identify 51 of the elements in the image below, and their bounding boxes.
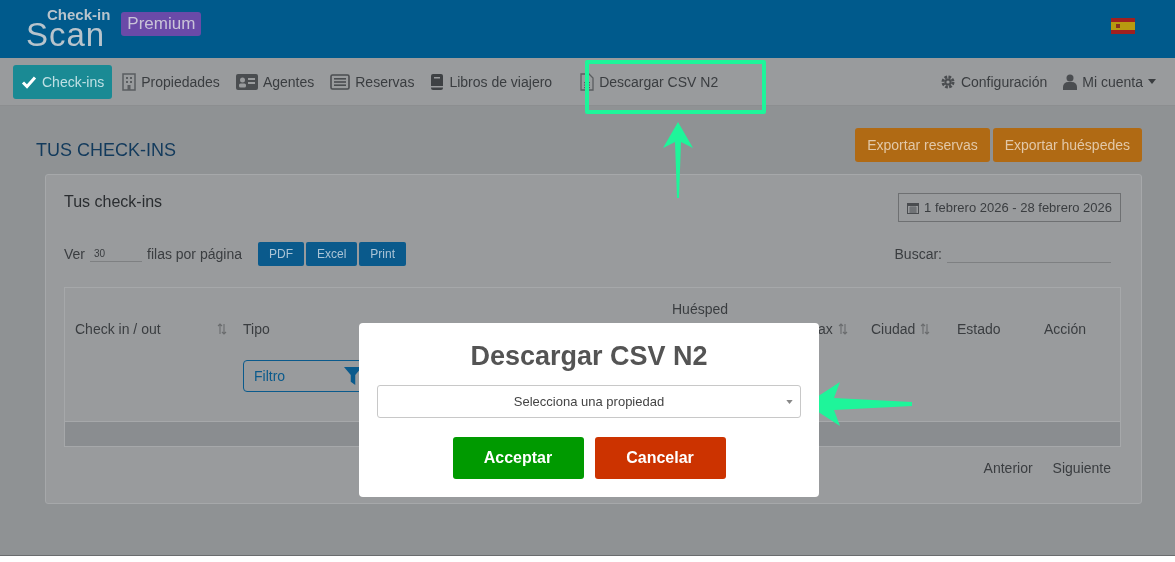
logo[interactable]: Check-in Scan bbox=[26, 7, 111, 51]
pagination-link[interactable]: Anterior bbox=[983, 460, 1033, 476]
account-menu[interactable]: Mi cuenta bbox=[1057, 65, 1162, 98]
nav-tab[interactable]: Reservas bbox=[324, 65, 421, 98]
export-format-button[interactable]: Excel bbox=[305, 242, 358, 266]
export-format-button[interactable]: Print bbox=[359, 242, 406, 266]
nav-tab[interactable]: Libros de viajero bbox=[424, 64, 559, 99]
sort-icon[interactable] bbox=[837, 323, 848, 335]
caret-icon bbox=[786, 400, 793, 404]
search-label: Buscar: bbox=[894, 246, 942, 262]
user-icon bbox=[1063, 73, 1078, 90]
premium-badge: Premium bbox=[121, 12, 202, 36]
nav-tab[interactable]: Descargar CSV N2 bbox=[574, 64, 725, 99]
nav-tab[interactable]: Propiedades bbox=[116, 64, 226, 99]
pagination-link[interactable]: Siguiente bbox=[1052, 460, 1111, 476]
sort-icon[interactable] bbox=[920, 323, 931, 335]
filter-icon bbox=[344, 367, 362, 385]
list-icon bbox=[330, 73, 351, 90]
show-label: Ver bbox=[64, 246, 85, 262]
column-header[interactable]: Tipo bbox=[243, 321, 270, 337]
book-icon bbox=[430, 72, 445, 91]
page-title: TUS CHECK-INS bbox=[36, 139, 176, 161]
building-icon bbox=[122, 72, 137, 91]
nav-tab[interactable]: Check-ins bbox=[13, 64, 113, 99]
flag-icon[interactable] bbox=[1111, 18, 1135, 34]
column-header[interactable]: Estado bbox=[957, 321, 1001, 337]
per-page-label: filas por página bbox=[147, 246, 242, 262]
cancel-button[interactable]: Cancelar bbox=[594, 437, 726, 479]
export-button[interactable]: Exportar huéspedes bbox=[992, 128, 1142, 162]
card-title: Tus check-ins bbox=[64, 193, 163, 211]
column-group-header: Huésped bbox=[672, 301, 729, 317]
sort-icon[interactable] bbox=[217, 323, 227, 335]
property-select[interactable]: Selecciona una propiedad bbox=[377, 385, 801, 418]
export-button[interactable]: Exportar reservas bbox=[855, 128, 990, 162]
column-header[interactable]: ax bbox=[818, 321, 833, 337]
nav-tab[interactable]: Agentes bbox=[229, 65, 321, 98]
caret-icon bbox=[1148, 79, 1156, 84]
settings-link[interactable]: Configuración bbox=[933, 65, 1054, 98]
export-format-button[interactable]: PDF bbox=[257, 242, 304, 266]
logo-top-text: Check-in bbox=[47, 7, 111, 22]
document-icon bbox=[580, 72, 595, 91]
column-header[interactable]: Acción bbox=[1044, 321, 1087, 337]
modal-title: Descargar CSV N2 bbox=[470, 341, 708, 372]
calendar-icon bbox=[907, 201, 920, 214]
column-header[interactable]: Check in / out bbox=[75, 321, 161, 337]
date-range-picker[interactable]: 1 febrero 2026 - 28 febrero 2026 bbox=[898, 193, 1121, 222]
accept-button[interactable]: Acceptar bbox=[452, 437, 584, 479]
id-card-icon bbox=[235, 73, 258, 90]
column-header[interactable]: Ciudad bbox=[871, 321, 916, 337]
page-size-field[interactable]: 30 bbox=[90, 246, 142, 262]
settings-icon bbox=[939, 73, 956, 90]
